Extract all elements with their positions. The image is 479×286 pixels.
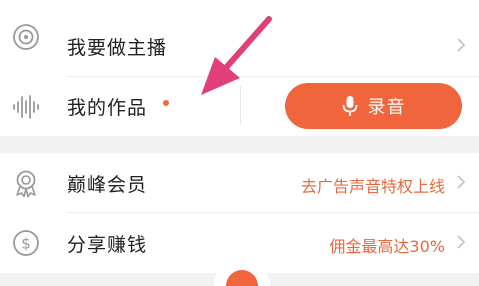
menu-item-share-value: 佣金最高达30% (329, 237, 445, 256)
sound-wave-icon (13, 95, 39, 119)
menu-item-vip[interactable]: 巅峰会员 去广告声音特权上线 (0, 153, 479, 212)
chevron-right-icon (457, 38, 466, 52)
menu-item-broadcast-label: 我要做主播 (67, 37, 168, 59)
new-indicator-dot (163, 100, 169, 106)
vertical-divider (240, 86, 241, 124)
microphone-icon (342, 96, 357, 116)
record-button-label: 录音 (367, 97, 406, 118)
chevron-right-icon (457, 235, 466, 249)
menu-item-broadcast[interactable]: 我要做主播 (0, 0, 479, 76)
award-ribbon-icon (16, 170, 36, 198)
dollar-coin-icon: $ (13, 230, 39, 256)
menu-item-vip-label: 巅峰会员 (67, 174, 148, 196)
menu-item-vip-value: 去广告声音特权上线 (300, 177, 445, 196)
menu-item-share-label: 分享赚钱 (67, 234, 148, 256)
record-button[interactable]: 录音 (285, 83, 462, 129)
svg-text:$: $ (21, 235, 31, 253)
floating-play-button-peek[interactable] (212, 262, 272, 286)
chevron-right-icon (457, 175, 466, 189)
menu-group-bottom: 巅峰会员 去广告声音特权上线 $ 分享赚钱 佣金最高达30% (0, 153, 479, 273)
menu-item-my-works-label: 我的作品 (67, 97, 148, 119)
broadcast-icon (13, 24, 39, 50)
